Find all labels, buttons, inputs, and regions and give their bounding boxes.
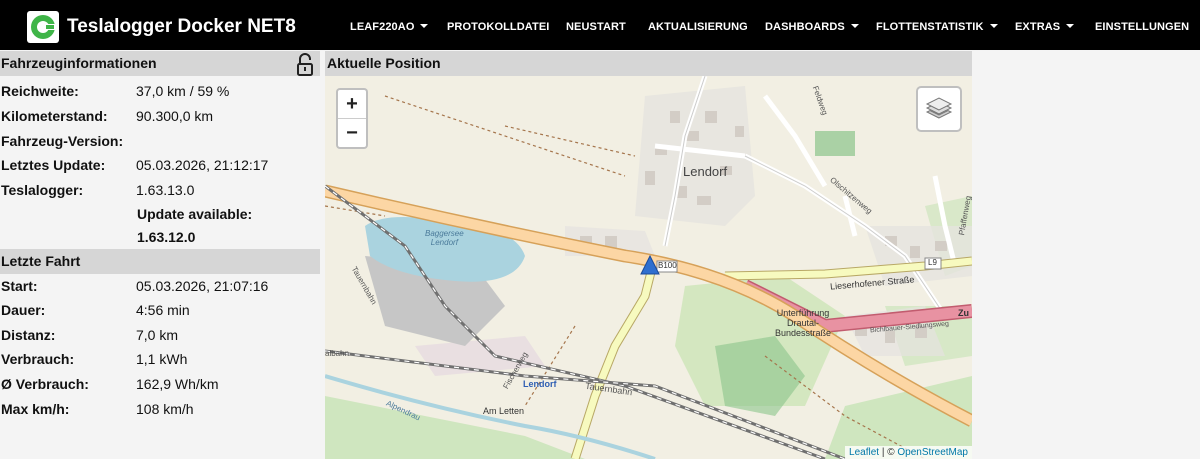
map-label-zu: Zu: [958, 308, 969, 318]
map-label-l9: L9: [928, 258, 937, 267]
row-value: 90.300,0 km: [136, 108, 214, 124]
map-label-unterfuehrung: Unterführung Drautal- Bundesstraße: [775, 308, 832, 338]
layers-button[interactable]: [916, 86, 962, 132]
openstreetmap-link[interactable]: OpenStreetMap: [897, 447, 968, 458]
nav-item-leaf220ao[interactable]: LEAF220AO: [350, 21, 429, 33]
last-trip-row: Dauer: 4:56 min: [0, 302, 320, 320]
map-label-station: Lendorf: [523, 379, 557, 389]
caret-down-icon: [1066, 24, 1075, 28]
last-trip-row: Distanz: 7,0 km: [0, 327, 320, 345]
map-label-lake: Baggersee Lendorf: [425, 229, 464, 247]
nav-item-label: EINSTELLUNGEN: [1095, 21, 1190, 33]
attribution-separator: | ©: [879, 447, 898, 458]
last-trip-header: Letzte Fahrt: [0, 249, 320, 274]
last-trip-row: Max km/h: 108 km/h: [0, 401, 320, 419]
caret-down-icon: [420, 24, 429, 28]
caret-down-icon: [850, 24, 859, 28]
row-label: Ø Verbrauch:: [1, 376, 89, 392]
teslalogger-logo: [27, 11, 59, 43]
row-label: Distanz:: [1, 327, 56, 343]
last-trip-panel: Letzte Fahrt: [0, 249, 320, 274]
vehicle-info-row: Fahrzeug-Version:: [0, 133, 320, 151]
row-value: 1,1 kWh: [136, 351, 188, 367]
map-tiles: [325, 76, 972, 459]
row-label: Start:: [1, 278, 38, 294]
update-version[interactable]: 1.63.12.0: [137, 229, 195, 245]
nav-item-label: AKTUALISIERUNG: [648, 21, 748, 33]
leaflet-link[interactable]: Leaflet: [849, 447, 879, 458]
caret-down-icon: [989, 24, 998, 28]
last-trip-row: Ø Verbrauch: 162,9 Wh/km: [0, 376, 320, 394]
vehicle-info-row: Reichweite: 37,0 km / 59 %: [0, 83, 320, 101]
nav-item-label: NEUSTART: [566, 21, 626, 33]
row-value: 108 km/h: [136, 401, 194, 417]
nav-item-label: EXTRAS: [1015, 21, 1061, 33]
zoom-in-button[interactable]: +: [338, 90, 366, 118]
row-value: 05.03.2026, 21:07:16: [136, 278, 269, 294]
vehicle-info-row: Letztes Update: 05.03.2026, 21:12:17: [0, 157, 320, 175]
nav-item-einstellungen[interactable]: EINSTELLUNGEN: [1095, 21, 1189, 33]
row-label: Letztes Update:: [1, 157, 106, 173]
map-label-halbahn: albahn: [325, 349, 350, 358]
vehicle-info-row: Kilometerstand: 90.300,0 km: [0, 108, 320, 126]
nav-item-label: FLOTTENSTATISTIK: [876, 21, 984, 33]
nav-item-label: DASHBOARDS: [765, 21, 845, 33]
row-value: 05.03.2026, 21:12:17: [136, 157, 269, 173]
map-attribution: Leaflet | © OpenStreetMap: [845, 446, 972, 459]
update-available-label: Update available:: [137, 206, 253, 222]
row-label: Kilometerstand:: [1, 108, 108, 124]
map-label-village: Lendorf: [683, 164, 728, 179]
row-label: Reichweite:: [1, 83, 79, 99]
nav-item-label: PROTOKOLLDATEI: [447, 21, 550, 33]
vehicle-info-title: Fahrzeuginformationen: [1, 55, 157, 71]
vehicle-info-row: Teslalogger: 1.63.13.0: [0, 182, 320, 200]
last-trip-row: Start: 05.03.2026, 21:07:16: [0, 278, 320, 296]
nav-item-label: LEAF220AO: [350, 21, 415, 33]
vehicle-info-header: Fahrzeuginformationen: [0, 51, 320, 76]
row-label: Max km/h:: [1, 401, 70, 417]
zoom-control: + −: [336, 88, 368, 149]
nav-item-aktualisierung[interactable]: AKTUALISIERUNG: [648, 21, 748, 33]
row-value: 162,9 Wh/km: [136, 376, 219, 392]
navbar: Teslalogger Docker NET8 LEAF220AO PROTOKO…: [0, 0, 1200, 50]
last-trip-row: Verbrauch: 1,1 kWh: [0, 351, 320, 369]
last-trip-title: Letzte Fahrt: [1, 253, 81, 269]
row-value: 4:56 min: [136, 302, 190, 318]
nav-item-dashboards[interactable]: DASHBOARDS: [765, 21, 859, 33]
map-view[interactable]: Lendorf Baggersee Lendorf B100 L9 Lieser…: [325, 76, 972, 459]
row-label: Verbrauch:: [1, 351, 75, 367]
map-label-b100: B100: [658, 261, 677, 270]
brand[interactable]: Teslalogger Docker NET8: [27, 11, 296, 43]
nav-item-extras[interactable]: EXTRAS: [1015, 21, 1075, 33]
nav-item-flottenstatistik[interactable]: FLOTTENSTATISTIK: [876, 21, 998, 33]
row-value: 37,0 km / 59 %: [136, 83, 230, 99]
row-label: Teslalogger:: [1, 182, 84, 198]
vehicle-info-panel: Fahrzeuginformationen: [0, 51, 320, 76]
brand-title: Teslalogger Docker NET8: [67, 16, 296, 37]
map-header: Aktuelle Position: [325, 51, 972, 76]
unlocked-padlock-icon[interactable]: [295, 53, 315, 77]
map-label-am-letten: Am Letten: [483, 406, 525, 416]
row-label: Dauer:: [1, 302, 46, 318]
nav-item-protokolldatei[interactable]: PROTOKOLLDATEI: [447, 21, 549, 33]
layers-icon: [925, 97, 953, 119]
zoom-out-button[interactable]: −: [338, 118, 366, 147]
row-value: 1.63.13.0: [136, 182, 195, 198]
row-label: Fahrzeug-Version:: [1, 133, 124, 149]
nav-item-neustart[interactable]: NEUSTART: [566, 21, 626, 33]
row-value: 7,0 km: [136, 327, 179, 343]
